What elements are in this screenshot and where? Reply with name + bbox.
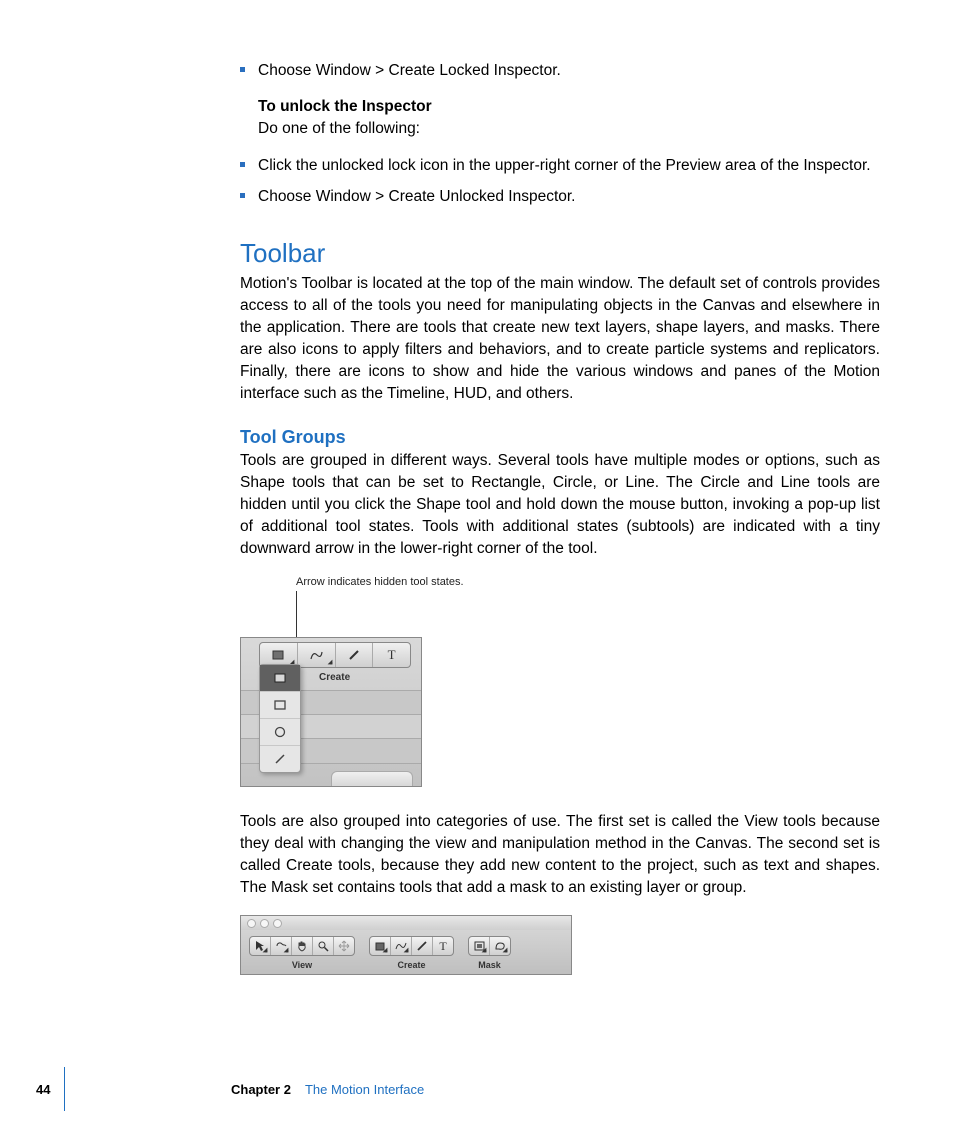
view-group-label: View: [292, 960, 312, 970]
pan-tool-icon: [292, 937, 313, 955]
create-group-label: Create: [319, 672, 350, 683]
figure-panel: T Create: [240, 637, 422, 787]
create-group-label: Create: [397, 960, 425, 970]
toolbar-bar: View T Create Mask: [241, 930, 571, 974]
rect-mask-tool-icon: [469, 937, 490, 955]
window-titlebar: [241, 916, 571, 930]
create-buttons: T: [369, 936, 454, 956]
toolgroups-body1: Tools are grouped in different ways. Sev…: [240, 450, 880, 560]
chapter-title: The Motion Interface: [305, 1082, 424, 1097]
traffic-light-icon: [260, 919, 269, 928]
subtool-arrow-icon: [327, 660, 332, 665]
circle-option-icon: [260, 719, 300, 746]
footer-divider: [64, 1067, 65, 1111]
section-heading-toolbar: Toolbar: [240, 238, 880, 269]
shape-tool-popup: [259, 664, 301, 773]
chapter-label: Chapter 2: [231, 1082, 291, 1097]
figure-edge: [331, 771, 413, 786]
traffic-light-icon: [247, 919, 256, 928]
traffic-light-icon: [273, 919, 282, 928]
rectangle-outline-option-icon: [260, 692, 300, 719]
paint-tool-icon: [412, 937, 433, 955]
mask-tool-group: Mask: [468, 936, 511, 970]
page-footer: 44 Chapter 2 The Motion Interface: [36, 1067, 876, 1111]
figure-callout: Arrow indicates hidden tool states.: [296, 576, 880, 589]
unlock-instruction: Do one of the following:: [258, 118, 880, 140]
select-tool-icon: [250, 937, 271, 955]
bullet-list-lock: Choose Window > Create Locked Inspector.: [240, 60, 880, 82]
toolgroups-body2: Tools are also grouped into categories o…: [240, 811, 880, 899]
text-tool-icon: T: [373, 643, 410, 667]
move-tool-icon: [334, 937, 354, 955]
main-content: Choose Window > Create Locked Inspector.…: [240, 60, 880, 995]
mask-buttons: [468, 936, 511, 956]
view-buttons: [249, 936, 355, 956]
freehand-mask-tool-icon: [490, 937, 510, 955]
subsection-heading-toolgroups: Tool Groups: [240, 427, 880, 448]
figure-tool-popup: Arrow indicates hidden tool states.: [240, 576, 880, 787]
bullet-list-unlock: Click the unlocked lock icon in the uppe…: [240, 155, 880, 208]
list-item: Click the unlocked lock icon in the uppe…: [240, 155, 880, 177]
bezier-tool-icon: [298, 643, 336, 667]
page-number: 44: [36, 1082, 64, 1097]
list-item: Choose Window > Create Unlocked Inspecto…: [240, 186, 880, 208]
list-item: Choose Window > Create Locked Inspector.: [240, 60, 880, 82]
zoom-tool-icon: [313, 937, 334, 955]
paint-tool-icon: [336, 643, 374, 667]
create-tool-group: T Create: [369, 936, 454, 970]
toolbar-body: Motion's Toolbar is located at the top o…: [240, 273, 880, 405]
figure-toolbar-categories: View T Create Mask: [240, 915, 572, 975]
unlock-heading: To unlock the Inspector: [258, 96, 880, 118]
line-option-icon: [260, 746, 300, 772]
view-tool-group: View: [249, 936, 355, 970]
document-page: Choose Window > Create Locked Inspector.…: [0, 0, 954, 1145]
bezier-tool-icon: [391, 937, 412, 955]
mask-group-label: Mask: [478, 960, 501, 970]
rectangle-tool-icon: [370, 937, 391, 955]
callout-leader-line: [296, 591, 297, 637]
transform-tool-icon: [271, 937, 292, 955]
rectangle-option-icon: [260, 665, 300, 692]
unlock-steps: To unlock the Inspector Do one of the fo…: [258, 96, 880, 141]
text-tool-icon: T: [433, 937, 453, 955]
